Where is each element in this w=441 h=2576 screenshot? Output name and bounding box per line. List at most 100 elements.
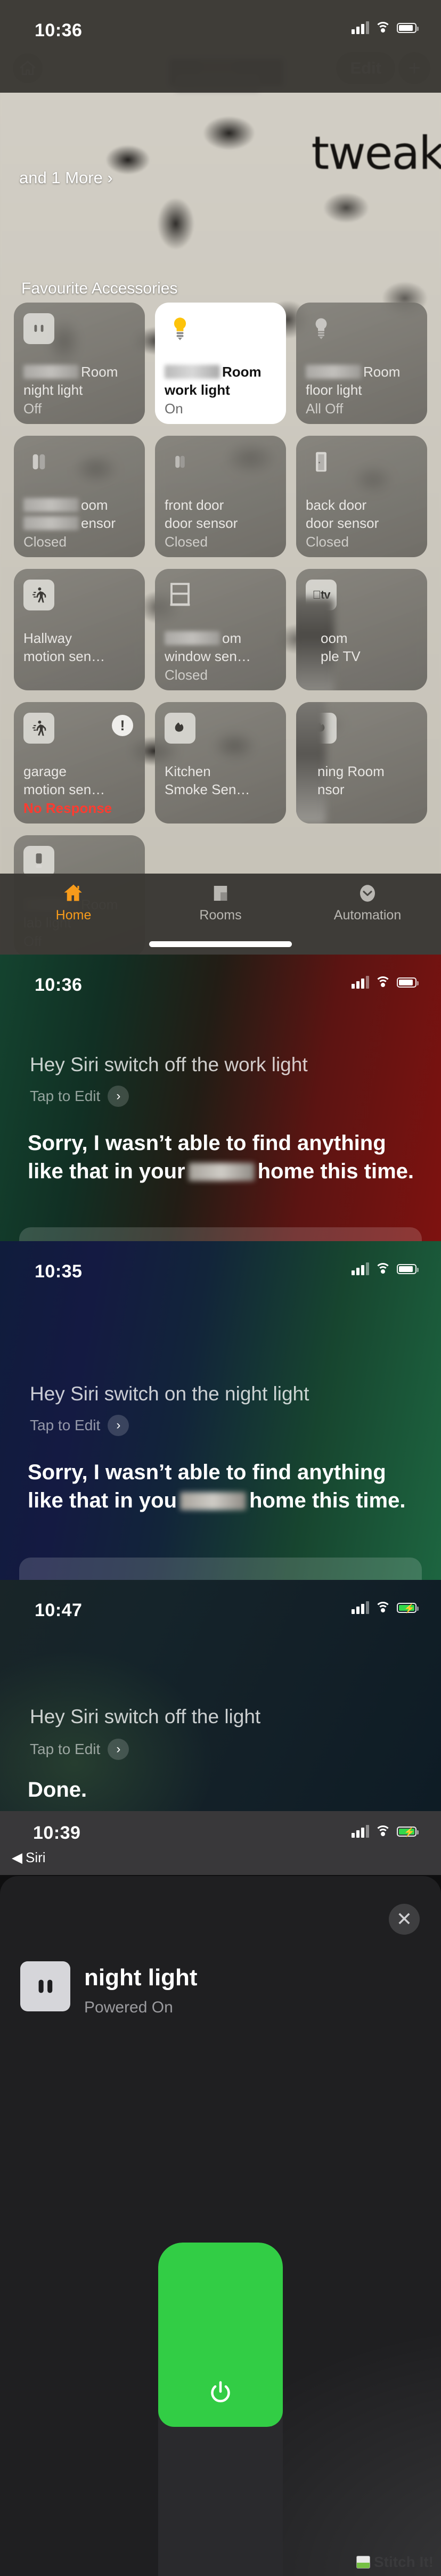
accessory-name-line2: door sensor (306, 515, 379, 531)
redacted-room-name (306, 365, 361, 379)
device-state: Powered On (84, 1999, 173, 2016)
redacted-home-name (180, 1491, 247, 1510)
accessory-tile[interactable]: ! garage motion sen… No Response (14, 702, 145, 824)
accessory-name-line2: night light (23, 382, 83, 398)
redacted-room-name (165, 631, 220, 645)
accessory-name-line2: ple TV (321, 648, 361, 664)
battery-icon (397, 977, 419, 988)
tap-to-edit-label: Tap to Edit (30, 1088, 101, 1104)
device-detail-screen: 10:39 ⚡ ◀ Siri ✕ night light Powered On (0, 1811, 441, 2576)
battery-icon (397, 22, 419, 33)
switch-icon (23, 846, 54, 877)
redacted-room-name (23, 365, 79, 379)
siri-tap-to-edit[interactable]: Tap to Edit › (30, 1086, 129, 1107)
tab-home[interactable]: Home (0, 874, 147, 955)
accessory-tile[interactable]: ning Room nsor (296, 702, 427, 824)
home-app-screen: tweak 10:36 Edit + and 1 More › Favourit… (0, 0, 441, 955)
wifi-icon (375, 1602, 391, 1613)
outlet-icon (23, 313, 54, 344)
accessory-name-line1: front door (165, 497, 224, 513)
accessory-name-line1: oom (23, 497, 108, 513)
accessory-tile-active[interactable]: Room work light On (155, 303, 286, 424)
lightbulb-icon (165, 313, 195, 344)
status-icons: ⚡ (352, 1601, 419, 1614)
stitch-it-icon (356, 2556, 370, 2569)
accessory-status: All Off (306, 401, 344, 417)
accessory-status: On (165, 401, 183, 417)
accessory-name-line2: motion sen… (23, 781, 105, 797)
wifi-icon (375, 976, 391, 988)
siri-query: Hey Siri switch off the work light (30, 1054, 308, 1075)
redacted-room-name (23, 498, 79, 512)
status-bar: 10:47 ⚡ (0, 1580, 441, 1643)
apple-tv-icon: tv (306, 580, 337, 610)
accessory-name-line1: back door (306, 497, 367, 513)
siri-panel-3: 10:47 ⚡ Hey Siri switch off the light Ta… (0, 1580, 441, 1811)
siri-tap-to-edit[interactable]: Tap to Edit › (30, 1415, 129, 1436)
power-slider-track[interactable] (158, 2243, 283, 2576)
tap-to-edit-label: Tap to Edit (30, 1417, 101, 1433)
accessory-tile[interactable]: back door door sensor Closed (296, 436, 427, 557)
status-time: 10:35 (35, 1261, 83, 1282)
watermark: Stitch It! (356, 2554, 434, 2571)
siri-tap-to-edit[interactable]: Tap to Edit › (30, 1739, 129, 1760)
power-slider-fill[interactable] (158, 2243, 283, 2427)
accessory-tile[interactable]: Hallway motion sen… (14, 569, 145, 690)
status-bar: 10:36 (0, 955, 441, 1017)
cellular-bars-icon (352, 1825, 369, 1838)
accessory-name-line1: Room (23, 364, 118, 380)
cellular-bars-icon (352, 21, 369, 34)
accessory-name-line1: Hallway (23, 630, 72, 646)
accessory-tile[interactable]: front door door sensor Closed (155, 436, 286, 557)
tap-to-edit-label: Tap to Edit (30, 1741, 101, 1757)
battery-charging-icon: ⚡ (397, 1602, 419, 1613)
siri-answer: Done. (28, 1778, 87, 1801)
siri-answer: Sorry, I wasn’t able to find anything li… (28, 1131, 414, 1183)
status-time: 10:36 (35, 20, 83, 40)
wifi-icon (375, 1263, 391, 1275)
lightbulb-icon (306, 313, 337, 344)
accessory-tile[interactable]: om window sen… Closed (155, 569, 286, 690)
warning-icon: ! (112, 715, 133, 736)
accessory-tile[interactable]: Room night light Off (14, 303, 145, 424)
open-home-app-button[interactable]: Open the Home app (19, 1558, 422, 1580)
accessory-tile[interactable]: Room floor light All Off (296, 303, 427, 424)
open-home-app-button[interactable]: Open the Home app (19, 1227, 422, 1241)
accessory-status: Closed (306, 534, 349, 550)
home-indicator[interactable] (149, 941, 292, 947)
contact-sensor-icon (165, 446, 195, 477)
accessory-tile[interactable]: tv oom ple TV (296, 569, 427, 690)
contact-sensor-icon (23, 446, 54, 477)
accessory-name-line1: Room (306, 364, 400, 380)
accessory-name-line2: nsor (317, 781, 345, 797)
house-icon (64, 884, 82, 901)
wifi-icon (375, 1825, 391, 1837)
accessory-name-line1: om (165, 630, 241, 647)
accessory-name-line2: door sensor (165, 515, 238, 531)
status-bar: 10:39 ⚡ ◀ Siri (0, 1811, 441, 1875)
tab-label: Home (55, 908, 92, 923)
accessory-tile[interactable]: Kitchen Smoke Sen… (155, 702, 286, 824)
tab-automation[interactable]: Automation (294, 874, 441, 955)
automation-clock-icon (360, 885, 375, 902)
wifi-icon (375, 22, 391, 34)
accessory-name-line1: ning Room (317, 763, 385, 779)
and-more-link[interactable]: and 1 More › (19, 168, 113, 188)
siri-panel-2: 10:35 Hey Siri switch on the night light… (0, 1241, 441, 1580)
status-time: 10:39 (33, 1823, 81, 1843)
bolt-icon: ⚡ (404, 1603, 415, 1613)
accessory-name-line1: garage (23, 763, 67, 779)
accessory-tile[interactable]: oom ensor Closed (14, 436, 145, 557)
chevron-right-icon: › (108, 1086, 129, 1107)
accessory-name-line2: Smoke Sen… (165, 781, 250, 797)
accessory-status: Closed (165, 667, 208, 683)
siri-answer: Sorry, I wasn’t able to find anything li… (28, 1461, 406, 1512)
outlet-icon (20, 1961, 70, 2011)
close-icon[interactable]: ✕ (389, 1904, 420, 1935)
back-to-siri-link[interactable]: ◀ Siri (12, 1849, 46, 1866)
back-label: Siri (26, 1849, 46, 1865)
tab-label: Rooms (199, 908, 242, 923)
accessory-status: Closed (23, 534, 67, 550)
accessory-name-line1: Kitchen (165, 763, 211, 779)
motion-sensor-icon (23, 580, 54, 610)
